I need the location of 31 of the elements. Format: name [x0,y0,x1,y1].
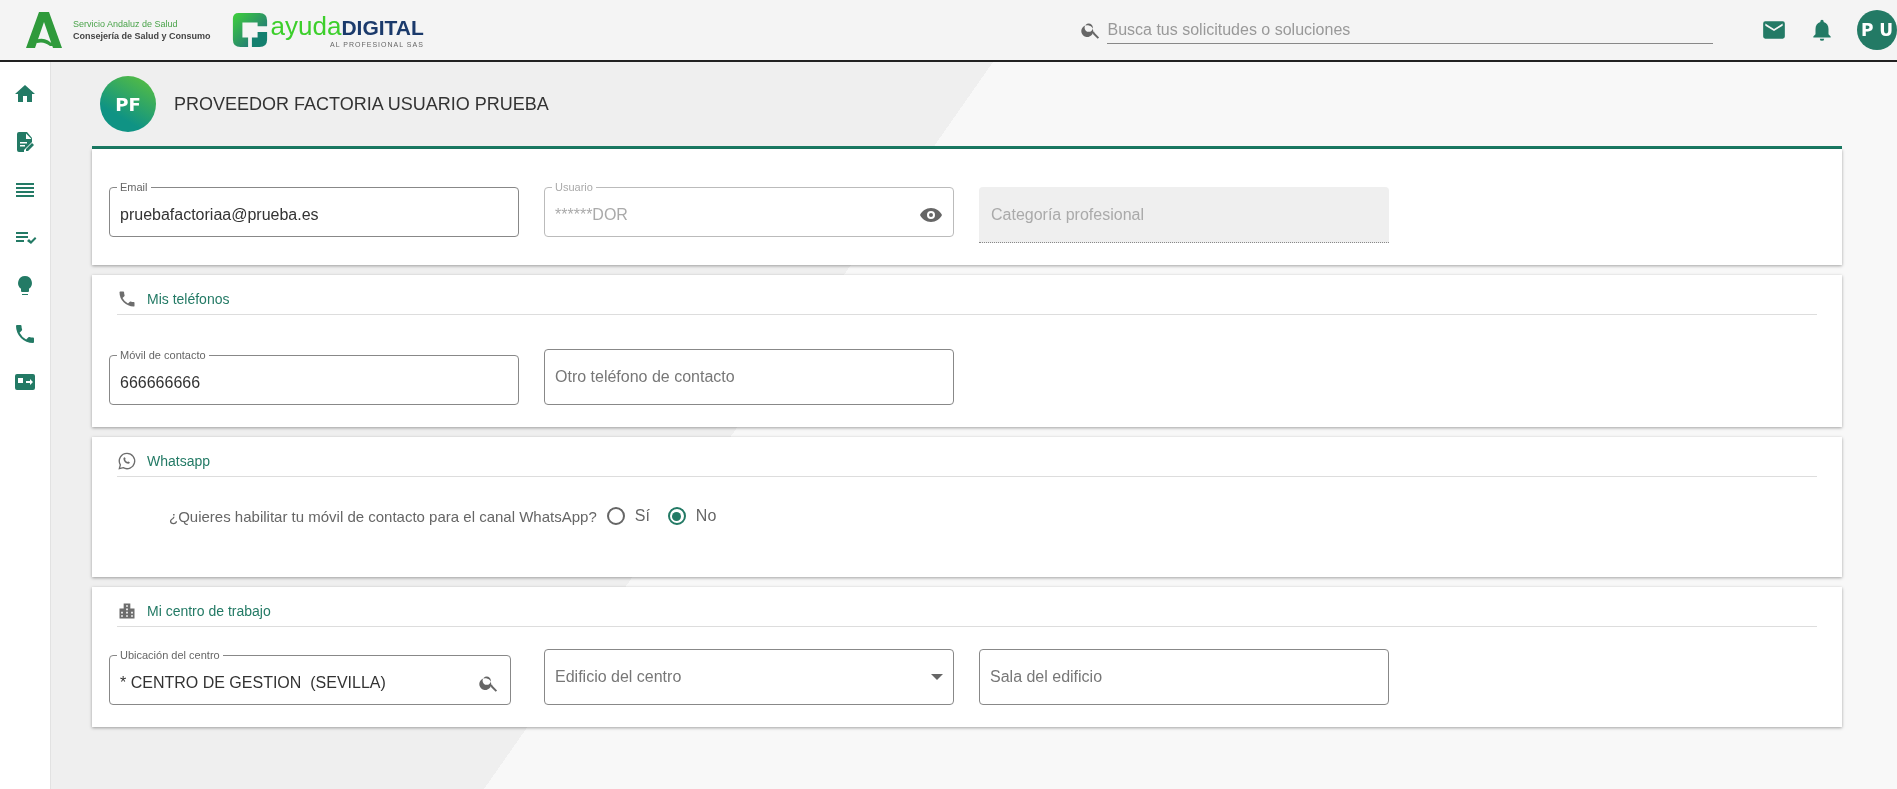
radio-option[interactable]: Sí [606,507,650,525]
user-avatar[interactable]: P U [1857,10,1897,50]
brand-logo-icon [230,11,269,49]
field-label: Usuario [554,181,594,193]
org-name: Servicio Andaluz de Salud [73,19,179,29]
profile-name: PROVEEDOR FACTORIA USUARIO PRUEBA [174,93,549,115]
caret-icon[interactable] [931,674,943,680]
section-title: Mi centro de trabajo [147,603,271,619]
field-label: Email [119,181,149,193]
section-title: Mis teléfonos [147,291,230,307]
input-field[interactable]: Email pruebafactoriaa@prueba.es [109,181,519,237]
input-field[interactable]: Sala del edificio [979,649,1389,705]
org-subtitle: Consejería de Salud y Consumo [73,31,211,41]
question-text: ¿Quieres habilitar tu móvil de contacto para el canal WhatsApp? [169,507,597,525]
chat-phone-icon [117,451,137,471]
building-icon [117,601,137,621]
section-title: Whatsapp [147,453,211,469]
input-field[interactable]: Móvil de contacto 666666666 [109,349,519,405]
radio-option[interactable]: No [667,507,717,525]
input-field[interactable]: Otro teléfono de contacto [544,349,954,405]
phone-icon [117,289,137,309]
dropdown-field[interactable]: Edificio del centro [544,649,954,705]
input-field[interactable]: Ubicación del centro * CENTRO DE GESTION (SEVILLA) [109,649,511,705]
field-label: Ubicación del centro [119,649,221,661]
brand-name: ayudaDIGITAL [270,12,424,41]
field-label: Móvil de contacto [119,349,207,361]
category-field: Categoría profesional [979,187,1389,243]
phone-icon[interactable] [13,322,37,346]
search-field[interactable]: Busca tus solicitudes o soluciones [1107,16,1713,44]
logo-icon [23,10,65,50]
profile-avatar: PF [100,76,156,132]
